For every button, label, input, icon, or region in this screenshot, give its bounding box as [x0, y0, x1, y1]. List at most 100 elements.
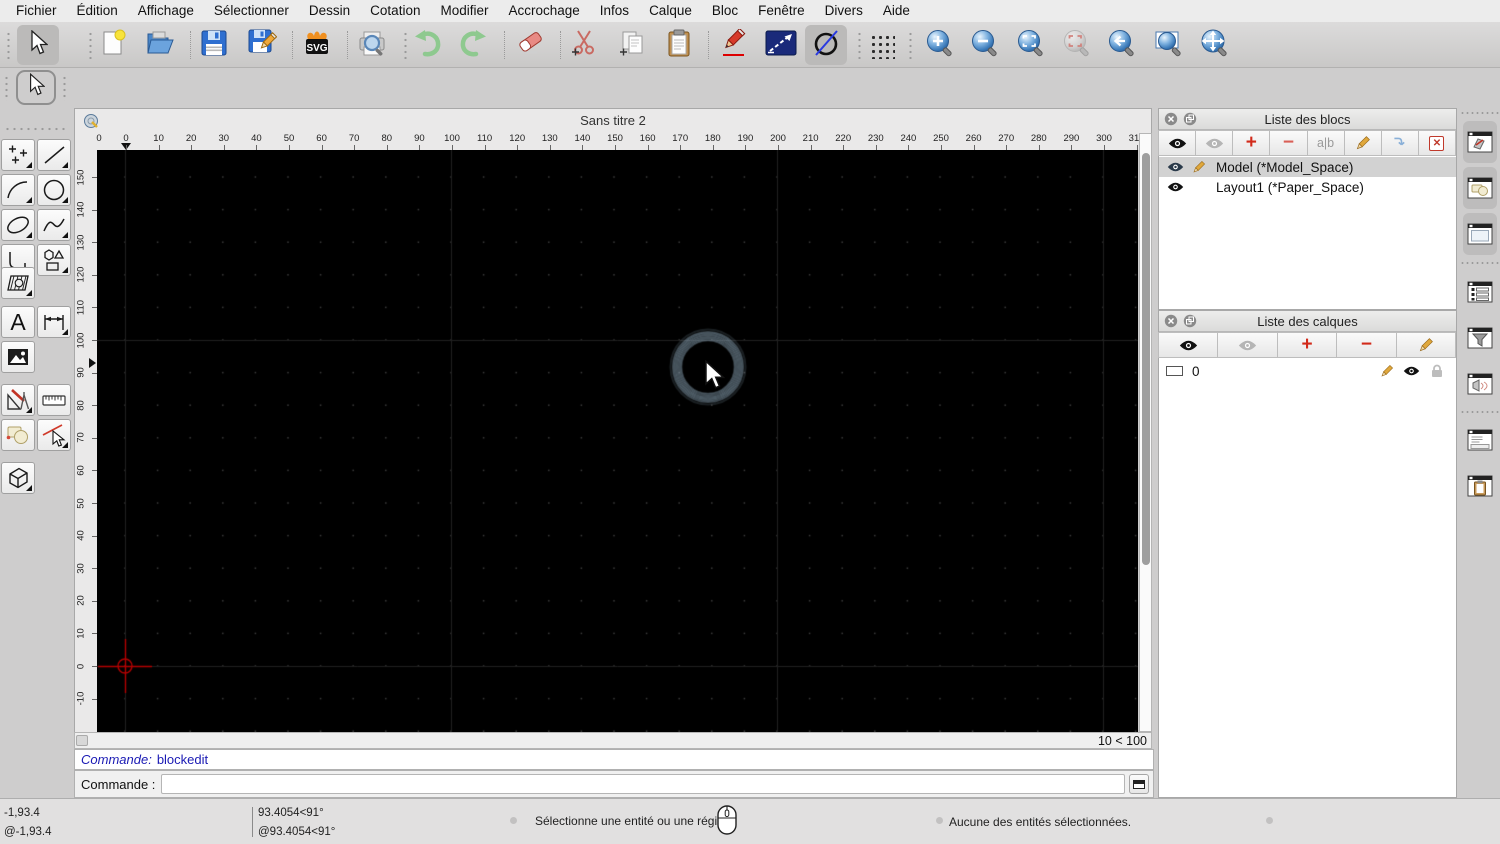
pencil-icon[interactable] — [1191, 160, 1206, 175]
select-arrow-button[interactable] — [17, 25, 59, 65]
tool-hatch-button[interactable] — [1, 267, 35, 299]
block-row-model[interactable]: Model (*Model_Space) — [1159, 157, 1456, 177]
command-detach-button[interactable] — [1129, 774, 1149, 794]
tool-circle-button[interactable] — [37, 174, 71, 206]
selection-distance-button[interactable] — [760, 25, 802, 65]
eraser-button[interactable] — [509, 25, 551, 65]
menu-item[interactable]: Infos — [590, 0, 639, 22]
palette-handle[interactable] — [4, 126, 68, 132]
menu-item[interactable]: Édition — [67, 0, 128, 22]
menu-item[interactable]: Calque — [639, 0, 702, 22]
menu-item[interactable]: Aide — [873, 0, 920, 22]
zoom-out-button[interactable] — [963, 25, 1005, 65]
layer-row-0[interactable]: 0 — [1159, 361, 1456, 381]
dock-library-browser-button[interactable] — [1463, 167, 1497, 209]
tool-measure-button[interactable] — [37, 384, 71, 416]
eye-icon[interactable] — [1167, 161, 1184, 173]
drawing-window-titlebar[interactable]: Sans titre 2 — [74, 108, 1152, 132]
close-icon[interactable] — [1164, 112, 1178, 126]
zoom-pan-button[interactable] — [1193, 25, 1235, 65]
float-icon[interactable] — [1183, 112, 1197, 126]
tool-line-button[interactable] — [37, 139, 71, 171]
menu-item[interactable]: Accrochage — [498, 0, 589, 22]
tool-text-button[interactable]: A — [1, 306, 35, 338]
menu-item[interactable]: Modifier — [430, 0, 498, 22]
tool-dimension-button[interactable] — [37, 306, 71, 338]
remove-block-button[interactable]: − — [1269, 130, 1308, 156]
zoom-in-button[interactable] — [918, 25, 960, 65]
dock-layer-filter-button[interactable] — [1463, 317, 1497, 359]
menu-item[interactable]: Sélectionner — [204, 0, 299, 22]
zoom-auto-button[interactable] — [1009, 25, 1051, 65]
v-scrollbar[interactable] — [1139, 133, 1152, 732]
dock-command-widget-button[interactable] — [1463, 213, 1497, 255]
menu-item[interactable]: Dessin — [299, 0, 360, 22]
zoom-previous-button[interactable] — [1055, 25, 1097, 65]
menu-item[interactable]: Cotation — [360, 0, 430, 22]
toolbar-handle[interactable] — [4, 75, 9, 101]
paste-button[interactable] — [658, 25, 700, 65]
show-all-blocks-button[interactable] — [1158, 130, 1197, 156]
tool-arc-button[interactable] — [1, 174, 35, 206]
tool-solid-3d-button[interactable] — [1, 462, 35, 494]
tool-ellipse-button[interactable] — [1, 209, 35, 241]
dock-handle[interactable] — [1460, 111, 1500, 115]
zoom-back-button[interactable] — [1100, 25, 1142, 65]
drawing-area[interactable] — [97, 150, 1138, 732]
dock-clipboard-button[interactable] — [1463, 465, 1497, 507]
undo-button[interactable] — [406, 25, 448, 65]
print-preview-button[interactable] — [351, 25, 393, 65]
add-block-button[interactable]: + — [1232, 130, 1271, 156]
grid-toggle-button[interactable] — [860, 25, 902, 65]
copy-button[interactable] — [612, 25, 654, 65]
menu-item[interactable]: Fenêtre — [748, 0, 815, 22]
delete-block-button[interactable]: ✕ — [1417, 130, 1456, 156]
menu-item[interactable]: Bloc — [702, 0, 748, 22]
hide-all-layers-button[interactable] — [1217, 332, 1278, 358]
pencil-icon[interactable] — [1379, 364, 1394, 379]
current-action-select-button[interactable] — [16, 70, 56, 105]
command-input[interactable] — [161, 774, 1125, 794]
cut-button[interactable] — [564, 25, 606, 65]
tool-select-entity-button[interactable] — [37, 419, 71, 451]
dock-entity-widget-button[interactable] — [1463, 363, 1497, 405]
edit-layer-button[interactable] — [1395, 332, 1456, 358]
tool-polygon-button[interactable] — [37, 244, 71, 276]
toolbar-handle[interactable] — [6, 31, 11, 59]
eye-icon[interactable] — [1167, 181, 1184, 193]
circle-line-button[interactable] — [805, 25, 847, 65]
hide-all-blocks-button[interactable] — [1195, 130, 1234, 156]
tool-shapes-button[interactable] — [1, 419, 35, 451]
toolbar-handle[interactable] — [62, 75, 67, 101]
draw-pen-button[interactable] — [713, 25, 755, 65]
eye-icon[interactable] — [1403, 365, 1420, 377]
dock-block-list-button[interactable] — [1463, 121, 1497, 163]
toolbar-handle[interactable] — [908, 31, 913, 59]
menu-item[interactable]: Divers — [815, 0, 873, 22]
save-as-button[interactable] — [241, 25, 283, 65]
tool-image-button[interactable] — [1, 341, 35, 373]
layer-color-swatch[interactable] — [1166, 366, 1183, 376]
add-layer-button[interactable]: + — [1276, 332, 1338, 358]
redo-button[interactable] — [453, 25, 495, 65]
float-icon[interactable] — [1183, 314, 1197, 328]
tool-spline-button[interactable] — [37, 209, 71, 241]
rename-block-button[interactable]: a|b — [1306, 130, 1345, 156]
insert-block-button[interactable] — [1380, 130, 1419, 156]
menu-item[interactable]: Fichier — [6, 0, 67, 22]
close-icon[interactable] — [1164, 314, 1178, 328]
tool-points-button[interactable] — [1, 139, 35, 171]
lock-icon[interactable] — [1431, 364, 1443, 378]
h-scrollbar[interactable]: 10 < 100 — [74, 732, 1152, 749]
block-row-layout1[interactable]: Layout1 (*Paper_Space) — [1159, 177, 1456, 197]
h-scrollbar-thumb[interactable] — [76, 735, 88, 746]
new-file-button[interactable] — [92, 25, 134, 65]
show-all-layers-button[interactable] — [1158, 332, 1219, 358]
dock-layer-list-button[interactable] — [1463, 271, 1497, 313]
v-scrollbar-thumb[interactable] — [1142, 153, 1150, 565]
open-file-button[interactable] — [139, 25, 181, 65]
dock-command-history-button[interactable] — [1463, 419, 1497, 461]
tool-creation-button[interactable] — [1, 384, 35, 416]
save-button[interactable] — [193, 25, 235, 65]
svg-export-button[interactable]: SVG — [296, 25, 338, 65]
